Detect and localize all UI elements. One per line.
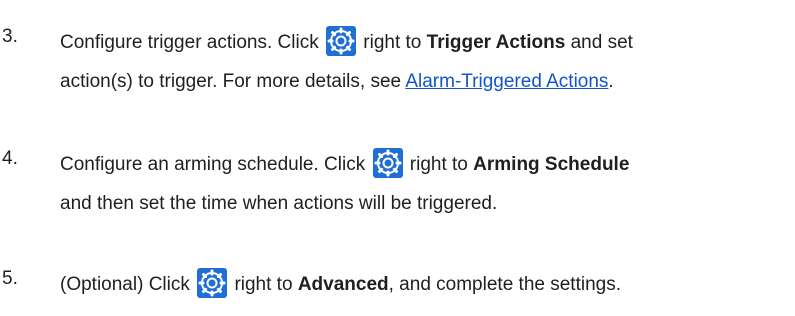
- step-text: right to: [234, 274, 293, 295]
- step-text: Configure an arming schedule. Click: [60, 154, 366, 175]
- ui-label-advanced: Advanced: [297, 274, 389, 295]
- step-text: right to: [363, 32, 422, 53]
- gear-icon[interactable]: [372, 148, 403, 178]
- step-text: action(s) to trigger. For more details, …: [60, 71, 402, 92]
- alarm-triggered-actions-link[interactable]: Alarm-Triggered Actions: [405, 71, 608, 92]
- step-4-line-2: and then set the time when actions will …: [60, 192, 785, 216]
- step-text: Configure trigger actions. Click: [60, 32, 319, 53]
- step-3-line-2: action(s) to trigger. For more details, …: [60, 70, 785, 94]
- step-number: 4.: [2, 148, 18, 169]
- step-text: , and complete the settings.: [388, 274, 621, 295]
- step-3-line-1: Configure trigger actions. Click right t…: [60, 26, 785, 56]
- ui-label-arming-schedule: Arming Schedule: [473, 154, 630, 175]
- step-text: .: [608, 71, 614, 92]
- step-number: 5.: [2, 268, 18, 289]
- step-text: and set: [570, 32, 633, 53]
- ui-label-trigger-actions: Trigger Actions: [426, 32, 566, 53]
- gear-icon[interactable]: [326, 26, 356, 56]
- step-text: and then set the time when actions will …: [60, 193, 498, 214]
- step-number: 3.: [2, 26, 18, 47]
- step-5-line-1: (Optional) Click right to Advanced, and …: [60, 268, 785, 298]
- gear-icon[interactable]: [197, 268, 228, 298]
- step-text: right to: [409, 154, 468, 175]
- step-text: (Optional) Click: [60, 274, 190, 295]
- step-4-line-1: Configure an arming schedule. Click righ…: [60, 148, 785, 178]
